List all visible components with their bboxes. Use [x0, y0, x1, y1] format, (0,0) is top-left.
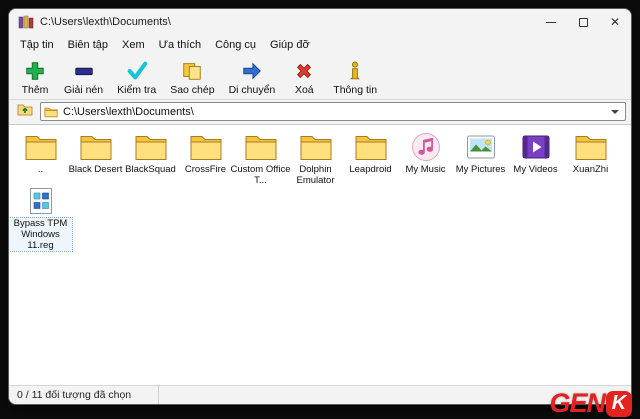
move-icon	[241, 60, 263, 82]
pictures-icon	[465, 132, 497, 162]
up-folder-icon	[17, 102, 33, 121]
toolbar-button[interactable]: Sao chép	[163, 57, 221, 97]
file-label: Bypass TPM Windows 11.reg	[9, 218, 72, 251]
file-label: Leapdroid	[339, 164, 402, 175]
window-controls: ✕	[535, 9, 631, 35]
chevron-down-icon	[611, 110, 619, 114]
genk-badge-icon: K	[606, 391, 632, 417]
up-folder-button[interactable]	[14, 103, 36, 121]
folder-icon	[135, 132, 167, 162]
file-label: Black Desert	[64, 164, 127, 175]
menu-item[interactable]: Giúp đỡ	[263, 37, 317, 53]
toolbar-button[interactable]: Thông tin	[326, 57, 384, 97]
toolbar-button[interactable]: Thêm	[13, 57, 57, 97]
menu-item[interactable]: Xem	[115, 37, 152, 53]
toolbar-button[interactable]: Xoá	[282, 57, 326, 97]
extract-icon	[73, 60, 95, 82]
selection-status: 0 / 11 đối tượng đã chọn	[9, 386, 159, 404]
close-button[interactable]: ✕	[599, 9, 631, 35]
toolbar-button[interactable]: Giải nén	[57, 57, 110, 97]
delete-icon	[293, 60, 315, 82]
test-icon	[126, 60, 148, 82]
toolbar-button-label: Giải nén	[64, 84, 103, 96]
minimize-icon	[546, 22, 556, 23]
file-label: CrossFire	[174, 164, 237, 175]
file-item[interactable]: Dolphin Emulator	[289, 132, 342, 186]
toolbar-button-label: Xoá	[295, 84, 314, 96]
registry-icon	[25, 186, 57, 216]
toolbar-button-label: Kiểm tra	[117, 84, 156, 96]
file-item[interactable]: Black Desert	[69, 132, 122, 186]
file-item[interactable]: CrossFire	[179, 132, 232, 186]
menu-item[interactable]: Công cụ	[208, 37, 263, 53]
folder-icon	[190, 132, 222, 162]
file-label: My Videos	[504, 164, 567, 175]
file-item[interactable]: XuanZhi	[564, 132, 617, 186]
file-item[interactable]: My Videos	[509, 132, 562, 186]
folder-icon	[25, 132, 57, 162]
toolbar: Thêm Giải nén Kiểm tra Sao chép Di chuyể…	[9, 54, 631, 100]
address-combobox[interactable]: C:\Users\lexth\Documents\	[40, 102, 626, 121]
file-list: .. Black Desert BlackSquad CrossFire Cus…	[9, 124, 631, 385]
toolbar-button-label: Thông tin	[333, 84, 377, 96]
maximize-button[interactable]	[567, 9, 599, 35]
toolbar-button-label: Thêm	[22, 84, 49, 96]
file-item[interactable]: ..	[14, 132, 67, 186]
folder-icon	[355, 132, 387, 162]
copy-icon	[181, 60, 203, 82]
toolbar-button-label: Di chuyển	[229, 84, 276, 96]
address-dropdown-button[interactable]	[607, 103, 623, 120]
file-item[interactable]: Bypass TPM Windows 11.reg	[14, 186, 67, 251]
status-bar: 0 / 11 đối tượng đã chọn	[9, 385, 631, 404]
music-icon	[410, 132, 442, 162]
address-bar: C:\Users\lexth\Documents\	[9, 100, 631, 124]
genk-watermark: GEN K	[549, 388, 632, 419]
maximize-icon	[579, 18, 588, 27]
menu-item[interactable]: Tập tin	[13, 37, 61, 53]
genk-text: GEN	[549, 388, 605, 419]
file-label: ..	[9, 164, 72, 175]
toolbar-button-label: Sao chép	[170, 84, 214, 96]
file-item[interactable]: My Music	[399, 132, 452, 186]
folder-icon	[575, 132, 607, 162]
address-path: C:\Users\lexth\Documents\	[63, 106, 607, 118]
file-label: XuanZhi	[559, 164, 622, 175]
winrar-window: C:\Users\lexth\Documents\ ✕ Tập tin Biên…	[8, 8, 632, 405]
title-bar: C:\Users\lexth\Documents\ ✕	[9, 9, 631, 35]
window-title: C:\Users\lexth\Documents\	[40, 16, 535, 28]
toolbar-button[interactable]: Kiểm tra	[110, 57, 163, 97]
toolbar-button[interactable]: Di chuyển	[222, 57, 283, 97]
file-label: My Music	[394, 164, 457, 175]
file-label: Custom Office T...	[229, 164, 292, 186]
menu-bar: Tập tin Biên tập Xem Ưa thích Công cụ Gi…	[9, 35, 631, 54]
folder-icon	[44, 106, 58, 118]
close-icon: ✕	[610, 16, 620, 28]
winrar-icon	[18, 15, 34, 29]
folder-icon	[80, 132, 112, 162]
add-icon	[24, 60, 46, 82]
folder-icon	[300, 132, 332, 162]
info-icon	[344, 60, 366, 82]
file-item[interactable]: My Pictures	[454, 132, 507, 186]
file-label: My Pictures	[449, 164, 512, 175]
file-label: BlackSquad	[119, 164, 182, 175]
file-label: Dolphin Emulator	[284, 164, 347, 186]
file-item[interactable]: BlackSquad	[124, 132, 177, 186]
minimize-button[interactable]	[535, 9, 567, 35]
folder-icon	[245, 132, 277, 162]
file-item[interactable]: Custom Office T...	[234, 132, 287, 186]
menu-item[interactable]: Biên tập	[61, 37, 115, 53]
menu-item[interactable]: Ưa thích	[152, 37, 208, 53]
file-item[interactable]: Leapdroid	[344, 132, 397, 186]
videos-icon	[520, 132, 552, 162]
